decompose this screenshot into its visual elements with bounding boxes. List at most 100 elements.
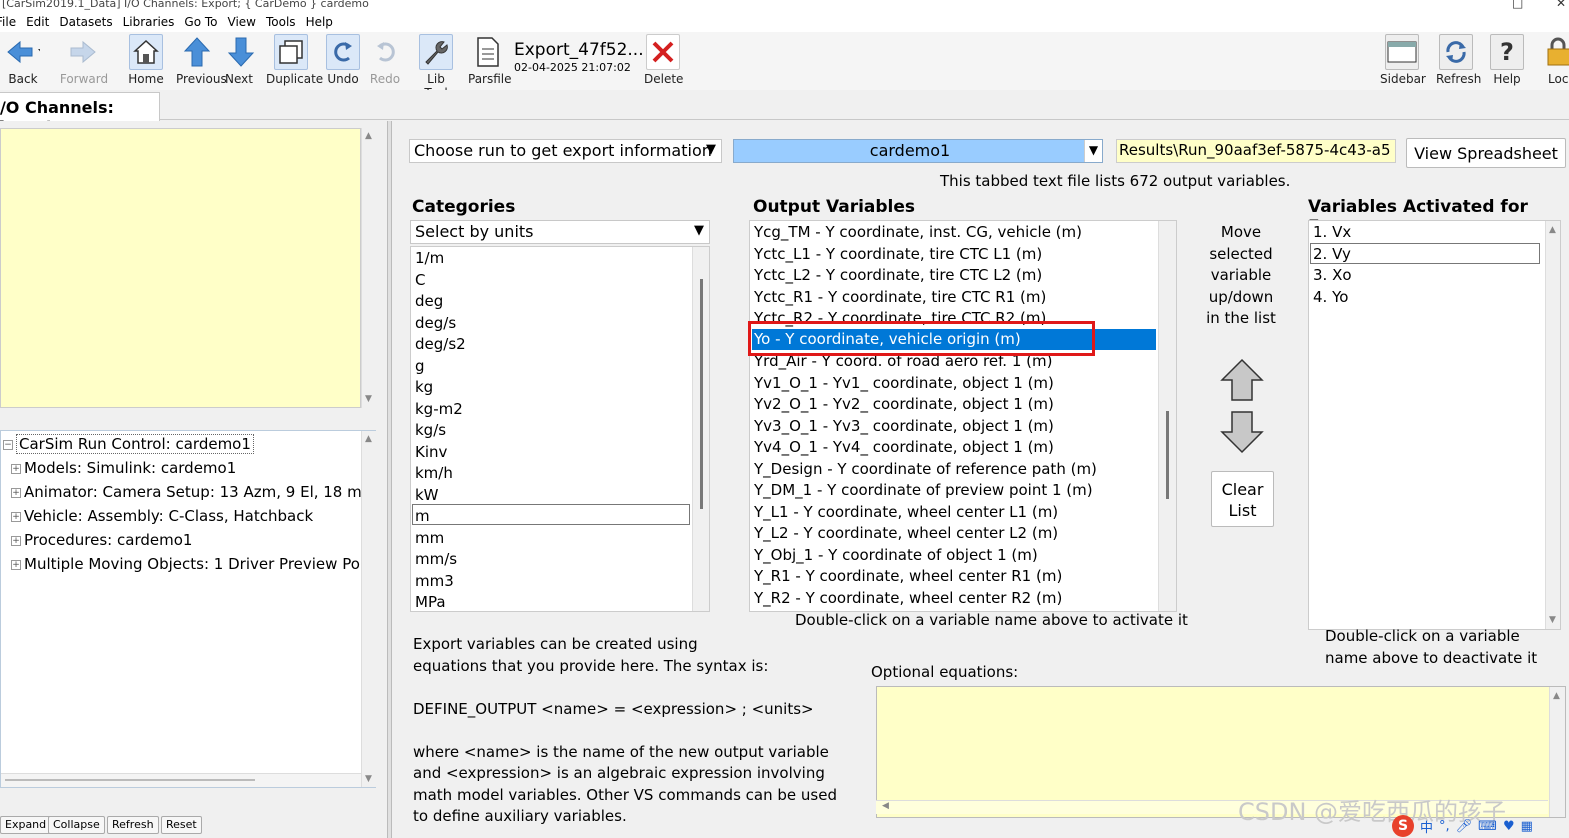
refresh-tree-button[interactable]: Refresh	[107, 816, 159, 834]
notes-field[interactable]	[0, 128, 361, 408]
clear-list-button[interactable]: Clear List	[1211, 471, 1274, 527]
units-scrollbar[interactable]	[692, 247, 709, 611]
back-button[interactable]: Back	[0, 34, 46, 86]
scroll-down-icon[interactable]: ▼	[365, 394, 372, 404]
unit-item[interactable]: 1/m	[415, 249, 444, 267]
variable-item[interactable]: Yv1_O_1 - Yv1_ coordinate, object 1 (m)	[754, 374, 1054, 392]
unit-item[interactable]: mm3	[415, 572, 454, 590]
variable-item[interactable]: Yv4_O_1 - Yv4_ coordinate, object 1 (m)	[754, 438, 1054, 456]
variable-item[interactable]: Y_R2 - Y coordinate, wheel center R2 (m)	[754, 589, 1062, 607]
panel-splitter[interactable]	[387, 121, 392, 838]
hscroll-thumb[interactable]	[5, 779, 255, 781]
unit-item-selected[interactable]: m	[415, 507, 430, 525]
variable-item[interactable]: Yv2_O_1 - Yv2_ coordinate, object 1 (m)	[754, 395, 1054, 413]
variable-item[interactable]: Yv3_O_1 - Yv3_ coordinate, object 1 (m)	[754, 417, 1054, 435]
variable-item[interactable]: Y_Design - Y coordinate of reference pat…	[754, 460, 1097, 478]
scroll-up-icon[interactable]: ▲	[365, 434, 372, 444]
undo-button[interactable]: Undo	[325, 34, 361, 86]
expand-icon[interactable]: +	[11, 512, 21, 522]
home-button[interactable]: Home	[127, 34, 165, 86]
sogou-logo-icon[interactable]: S	[1392, 815, 1414, 837]
scroll-up-icon[interactable]: ▲	[1549, 225, 1556, 235]
variable-item[interactable]: Y_Obj_1 - Y coordinate of object 1 (m)	[754, 546, 1038, 564]
unit-item[interactable]: kg-m2	[415, 400, 463, 418]
unit-item[interactable]: g	[415, 357, 425, 375]
tree-item-moving-objects[interactable]: + Multiple Moving Objects: 1 Driver Previ…	[11, 555, 363, 573]
choose-run-dropdown[interactable]: Choose run to get export information ▼	[409, 139, 722, 163]
menu-tools[interactable]: Tools	[266, 15, 296, 29]
ime-mode[interactable]: 中	[1420, 817, 1433, 836]
lock-button[interactable]: Lock	[1540, 34, 1569, 86]
menu-view[interactable]: View	[228, 15, 256, 29]
expand-button[interactable]: Expand	[0, 816, 52, 834]
microphone-icon[interactable]: 🎤︎	[1456, 819, 1473, 834]
tree-root[interactable]: − CarSim Run Control: cardemo1	[3, 434, 254, 454]
expand-icon[interactable]: +	[11, 560, 21, 570]
tree-item-models[interactable]: + Models: Simulink: cardemo1	[11, 459, 236, 477]
variable-item[interactable]: Y_L2 - Y coordinate, wheel center L2 (m)	[754, 524, 1058, 542]
move-down-button[interactable]	[1220, 410, 1264, 454]
redo-button[interactable]: Redo	[369, 34, 401, 86]
unit-item[interactable]: mm/s	[415, 550, 457, 568]
tree-hscrollbar[interactable]	[1, 773, 361, 787]
unit-item[interactable]: kg/s	[415, 421, 446, 439]
unit-item[interactable]: Kinv	[415, 443, 447, 461]
variable-item[interactable]: Y_L1 - Y coordinate, wheel center L1 (m)	[754, 503, 1058, 521]
menu-edit[interactable]: Edit	[26, 15, 49, 29]
expand-icon[interactable]: +	[11, 536, 21, 546]
scroll-down-icon[interactable]: ▼	[365, 774, 372, 784]
activated-item[interactable]: 4. Yo	[1313, 288, 1348, 306]
equations-scrollbar[interactable]: ▲	[1549, 687, 1565, 817]
view-spreadsheet-button[interactable]: View Spreadsheet	[1406, 138, 1566, 168]
scroll-up-icon[interactable]: ▲	[1553, 691, 1560, 701]
menu-file[interactable]: File	[0, 15, 16, 29]
refresh-button[interactable]: Refresh	[1436, 34, 1481, 86]
maximize-icon[interactable]: □	[1512, 0, 1523, 9]
run-name-dropdown[interactable]: cardemo1 ▼	[733, 139, 1103, 163]
results-path-field[interactable]: Results\Run_90aaf3ef-5875-4c43-a5	[1116, 139, 1396, 163]
unit-item[interactable]: mm	[415, 529, 444, 547]
menu-datasets[interactable]: Datasets	[59, 15, 112, 29]
dropdown-caret-icon[interactable]: ▼	[1084, 140, 1102, 162]
menu-help[interactable]: Help	[306, 15, 333, 29]
activated-item[interactable]: 3. Xo	[1313, 266, 1352, 284]
duplicate-button[interactable]: Duplicate	[266, 34, 323, 86]
variables-scrollbar[interactable]	[1158, 221, 1176, 611]
help-button[interactable]: ? Help	[1488, 34, 1526, 86]
sidebar-button[interactable]: Sidebar	[1380, 34, 1426, 86]
menu-libraries[interactable]: Libraries	[123, 15, 175, 29]
unit-item[interactable]: kg	[415, 378, 433, 396]
toolbox-icon[interactable]: ▦	[1521, 819, 1533, 834]
scroll-down-icon[interactable]: ▼	[1549, 615, 1556, 625]
expand-icon[interactable]: +	[11, 464, 21, 474]
variable-item[interactable]: Ycg_TM - Y coordinate, inst. CG, vehicle…	[754, 223, 1082, 241]
category-select-dropdown[interactable]: Select by units ▼	[410, 220, 710, 244]
tab-io-channels-export[interactable]: I/O Channels: Export	[0, 92, 160, 136]
unit-item[interactable]: deg	[415, 292, 443, 310]
activated-item[interactable]: 1. Vx	[1313, 223, 1351, 241]
skin-icon[interactable]: ♥︎	[1503, 819, 1515, 834]
next-button[interactable]: Next	[224, 34, 255, 86]
collapse-icon[interactable]: −	[3, 440, 13, 450]
collapse-button[interactable]: Collapse	[48, 816, 105, 834]
delete-button[interactable]: Delete	[644, 34, 683, 86]
scroll-thumb[interactable]	[700, 279, 703, 509]
scroll-thumb[interactable]	[1166, 411, 1169, 499]
tree-item-procedures[interactable]: + Procedures: cardemo1	[11, 531, 192, 549]
notes-scrollbar[interactable]: ▲ ▼	[361, 128, 377, 408]
activated-scrollbar[interactable]: ▲ ▼	[1545, 221, 1560, 629]
close-icon[interactable]: ✕	[1556, 0, 1566, 9]
variable-item[interactable]: Yctc_R1 - Y coordinate, tire CTC R1 (m)	[754, 288, 1046, 306]
unit-item[interactable]: MPa	[415, 593, 446, 611]
variable-item[interactable]: Yctc_L2 - Y coordinate, tire CTC L2 (m)	[754, 266, 1042, 284]
menu-goto[interactable]: Go To	[184, 15, 217, 29]
scroll-left-icon[interactable]: ◀	[882, 801, 889, 811]
reset-button[interactable]: Reset	[161, 816, 202, 834]
unit-item[interactable]: deg/s	[415, 314, 456, 332]
unit-item[interactable]: deg/s2	[415, 335, 466, 353]
previous-button[interactable]: Previous	[176, 34, 227, 86]
tree-item-animator[interactable]: + Animator: Camera Setup: 13 Azm, 9 El, 1…	[11, 483, 363, 501]
variable-item[interactable]: Y_DM_1 - Y coordinate of preview point 1…	[754, 481, 1093, 499]
unit-item[interactable]: C	[415, 271, 425, 289]
unit-item[interactable]: kW	[415, 486, 439, 504]
